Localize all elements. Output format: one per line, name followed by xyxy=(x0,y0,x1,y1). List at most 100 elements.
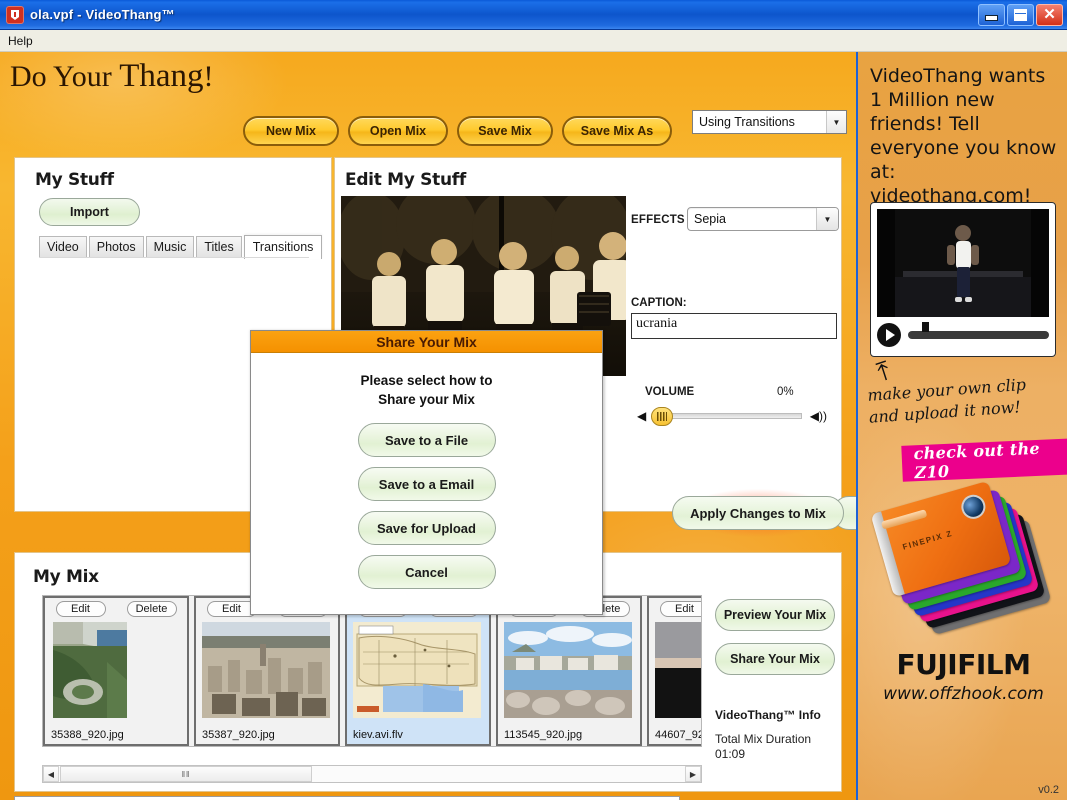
transitions-select[interactable]: Using Transitions ▼ xyxy=(692,110,847,134)
dialog-body: Please select how to Share your Mix Save… xyxy=(251,353,602,599)
audio-track-bar: shakira - musica anuncio seat ibiza - la… xyxy=(14,796,680,800)
camera-model-label: FINEPIX Z xyxy=(901,528,954,552)
ad-video-frame xyxy=(877,209,1049,317)
ad-headline: VideoThang wants 1 Million new friends! … xyxy=(870,65,1057,207)
effects-select-value: Sepia xyxy=(694,212,726,226)
tab-transitions[interactable]: Transitions xyxy=(243,235,323,259)
ad-video-scrubber[interactable] xyxy=(908,322,1049,339)
brand-text-3: ! xyxy=(203,60,214,93)
clip-thumbnail xyxy=(53,622,127,718)
clip-strip[interactable]: Edit Delete 35388_920.jpg Edit 35387_920… xyxy=(42,595,702,747)
volume-slider-thumb[interactable] xyxy=(651,407,674,426)
share-your-mix-dialog: Share Your Mix Please select how to Shar… xyxy=(250,330,603,615)
mix-actions: Preview Your Mix Share Your Mix xyxy=(715,599,835,687)
speaker-mute-icon[interactable]: ◀ xyxy=(637,409,646,423)
volume-percent: 0% xyxy=(777,386,794,398)
tab-music[interactable]: Music xyxy=(145,236,195,258)
menu-bar: Help xyxy=(0,30,1067,52)
total-mix-duration-value: 01:09 xyxy=(715,747,746,761)
volume-label: VOLUME xyxy=(645,386,695,398)
camera-lens-icon xyxy=(958,491,989,522)
ad-url[interactable]: www.offzhook.com xyxy=(858,684,1067,704)
clip-filename: 44607_920.jpg xyxy=(655,729,701,741)
ad-pink-banner[interactable]: check out the Z10 xyxy=(901,438,1067,482)
main-body: Do Your Thang! New Mix Open Mix Save Mix… xyxy=(0,52,1067,800)
ad-video-screen xyxy=(877,209,1049,317)
caption-input[interactable]: ucrania xyxy=(631,313,837,339)
brand-text-1: Do Your xyxy=(10,60,120,93)
save-to-file-button[interactable]: Save to a File xyxy=(357,423,496,457)
clip-item[interactable]: Edit Delete Niño 44607_920.jpg xyxy=(647,596,701,746)
my-stuff-tabs: Video Photos Music Titles Transitions xyxy=(39,234,324,259)
speaker-icon[interactable]: ◀)) xyxy=(810,409,827,423)
my-mix-title: My Mix xyxy=(33,567,99,587)
clip-item[interactable]: Edit Delete xyxy=(496,596,642,746)
cancel-button[interactable]: Cancel xyxy=(357,555,496,589)
clip-buttons: Edit Delete xyxy=(649,601,701,617)
camera-flash-strip xyxy=(880,509,928,530)
effects-label: EFFECTS xyxy=(631,214,685,226)
ad-video-controls[interactable] xyxy=(877,322,1049,347)
tab-titles[interactable]: Titles xyxy=(196,236,242,258)
clip-edit-button[interactable]: Edit xyxy=(55,601,106,617)
effects-select[interactable]: Sepia ▼ xyxy=(687,207,839,231)
menu-item-help[interactable]: Help xyxy=(0,32,41,50)
advertisement-panel[interactable]: VideoThang wants 1 Million new friends! … xyxy=(856,52,1067,800)
apply-changes-highlight: Apply Changes to Mix xyxy=(660,482,856,544)
videothang-info-title: VideoThang™ Info xyxy=(715,708,821,722)
tab-photos[interactable]: Photos xyxy=(88,236,144,258)
ad-pink-banner-text: check out the Z10 xyxy=(913,438,1041,483)
apply-changes-to-mix-button[interactable]: Apply Changes to Mix xyxy=(672,496,844,530)
close-button[interactable]: ✕ xyxy=(1036,3,1063,26)
clip-thumbnail xyxy=(353,622,481,718)
clip-thumbnail: Niño xyxy=(655,622,701,718)
clip-edit-button[interactable]: Edit xyxy=(659,601,701,617)
clip-edit-button[interactable]: Edit xyxy=(206,601,257,617)
brand-logo: Do Your Thang! xyxy=(10,58,214,95)
volume-slider[interactable] xyxy=(651,407,802,426)
ad-handwritten-note: make your own clip and upload it now! xyxy=(867,371,1066,429)
maximize-button[interactable] xyxy=(1007,3,1034,26)
scroll-right-icon[interactable]: ▶ xyxy=(685,766,701,782)
clip-thumbnail xyxy=(202,622,330,718)
save-to-email-button[interactable]: Save to a Email xyxy=(357,467,496,501)
chevron-down-icon[interactable]: ▼ xyxy=(816,208,838,230)
scroll-left-icon[interactable]: ◀ xyxy=(43,766,59,782)
tab-video[interactable]: Video xyxy=(39,236,87,258)
save-mix-as-button[interactable]: Save Mix As xyxy=(562,116,672,146)
dialog-prompt-line1: Please select how to xyxy=(360,373,493,388)
title-bar: ola.vpf - VideoThang™ ✕ xyxy=(0,0,1067,30)
window-title: ola.vpf - VideoThang™ xyxy=(30,7,175,22)
clip-filename: 35388_920.jpg xyxy=(51,729,124,741)
banner: Do Your Thang! xyxy=(0,52,856,105)
app-logo-icon xyxy=(6,5,24,24)
ad-camera-stack: FINEPIX Z xyxy=(870,480,1054,636)
scrollbar-grip-icon: ‖‖ xyxy=(181,769,191,779)
clip-delete-button[interactable]: Delete xyxy=(126,601,177,617)
volume-control: ◀ ◀)) xyxy=(637,406,827,426)
ad-video-player[interactable] xyxy=(870,202,1056,357)
dialog-prompt: Please select how to Share your Mix xyxy=(360,371,492,409)
dialog-title: Share Your Mix xyxy=(251,331,602,353)
caption-label: CAPTION: xyxy=(631,297,687,309)
minimize-button[interactable] xyxy=(978,3,1005,26)
clip-strip-scrollbar[interactable]: ◀ ‖‖ ▶ xyxy=(42,765,702,783)
edit-my-stuff-title: Edit My Stuff xyxy=(345,170,466,190)
chevron-down-icon[interactable]: ▼ xyxy=(826,111,846,133)
clip-item[interactable]: Edit Delete xyxy=(43,596,189,746)
clip-buttons: Edit Delete xyxy=(45,601,187,617)
play-icon[interactable] xyxy=(877,323,901,347)
import-button[interactable]: Import xyxy=(39,198,140,226)
new-mix-button[interactable]: New Mix xyxy=(243,116,339,146)
clip-item[interactable]: Edit Delete xyxy=(345,596,491,746)
open-mix-button[interactable]: Open Mix xyxy=(348,116,448,146)
scrollbar-thumb[interactable]: ‖‖ xyxy=(60,766,312,782)
tab-underline xyxy=(39,257,309,258)
clip-filename: kiev.avi.flv xyxy=(353,729,403,741)
save-mix-button[interactable]: Save Mix xyxy=(457,116,553,146)
clip-item[interactable]: Edit Delete xyxy=(194,596,340,746)
save-for-upload-button[interactable]: Save for Upload xyxy=(357,511,496,545)
preview-your-mix-button[interactable]: Preview Your Mix xyxy=(715,599,835,631)
share-your-mix-button[interactable]: Share Your Mix xyxy=(715,643,835,675)
fujifilm-logo: FUJIFILM xyxy=(896,648,1031,681)
